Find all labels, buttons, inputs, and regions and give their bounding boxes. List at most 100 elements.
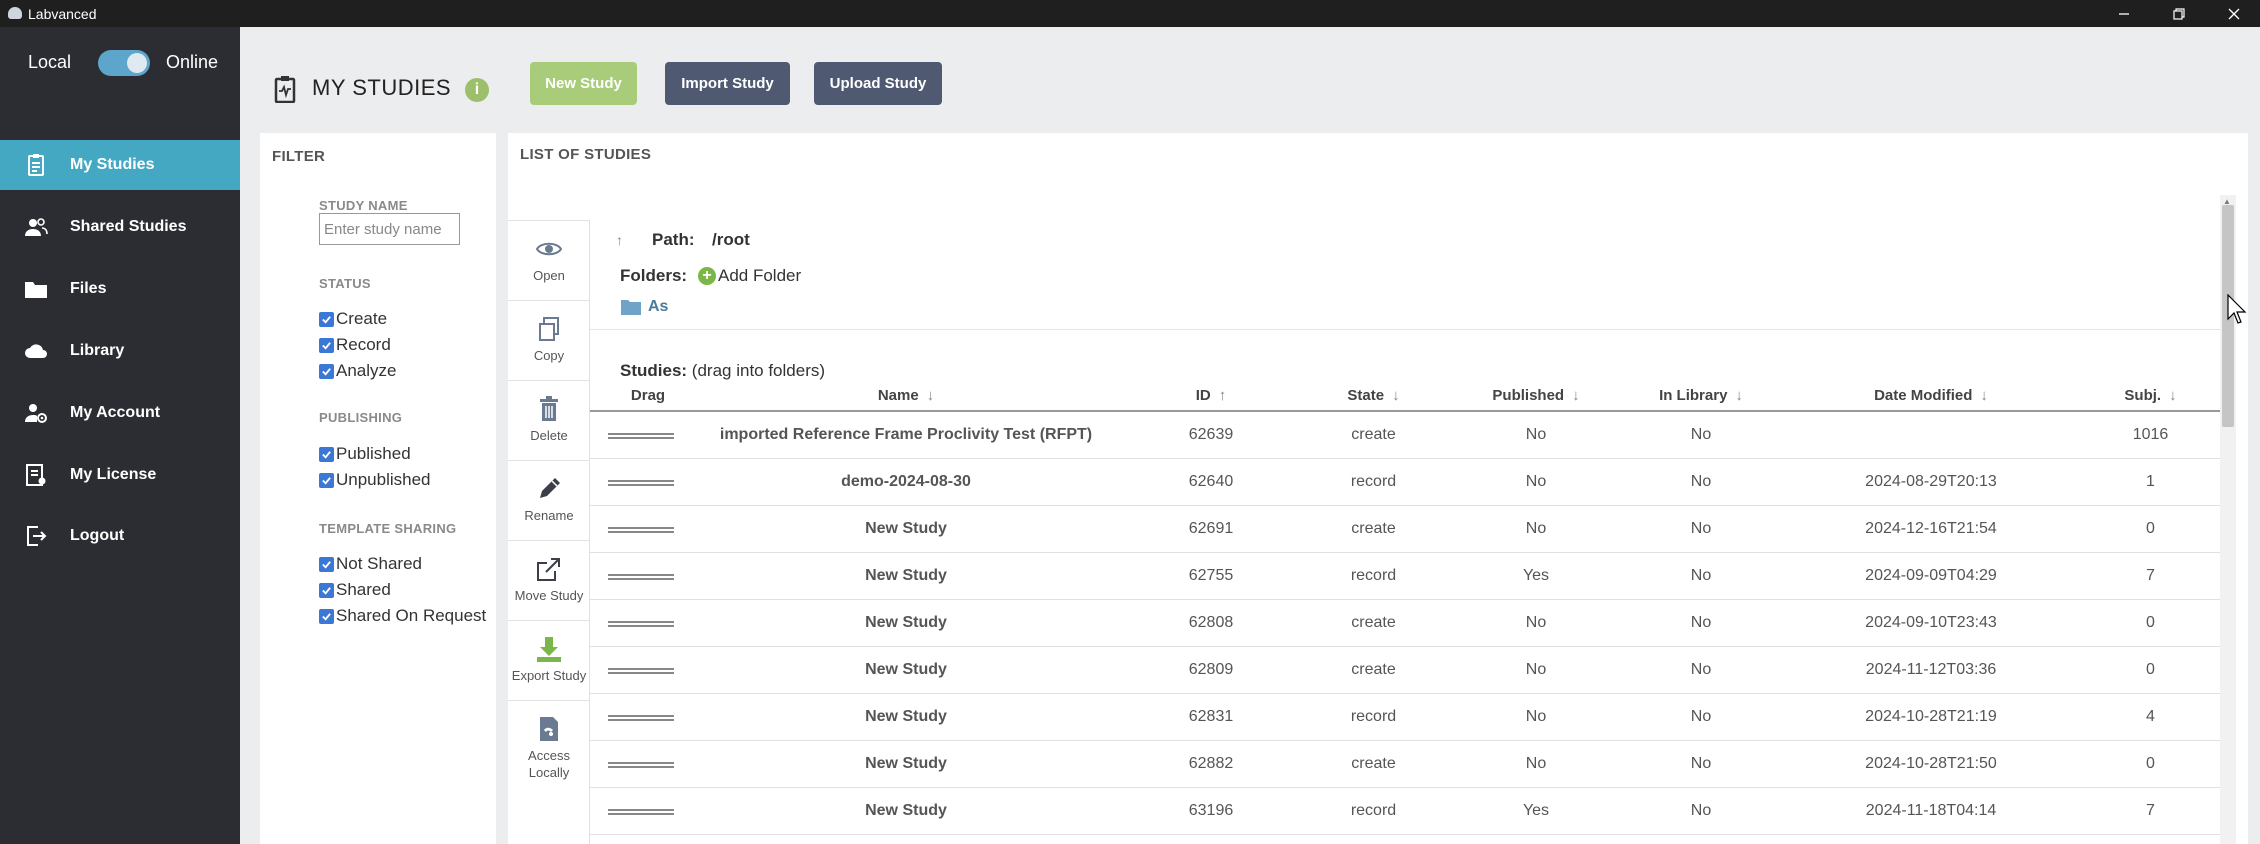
study-subj-cell: 0: [2081, 646, 2220, 694]
study-in-library-cell: No: [1621, 646, 1781, 694]
drag-handle-icon[interactable]: [608, 714, 674, 721]
table-row[interactable]: imported Reference Frame Proclivity Test…: [590, 411, 2220, 459]
study-name-input[interactable]: [319, 213, 460, 245]
delete-button[interactable]: Delete: [508, 380, 590, 460]
rename-button[interactable]: Rename: [508, 460, 590, 540]
add-folder-button[interactable]: + Add Folder: [698, 266, 801, 286]
study-in-library-cell: No: [1621, 787, 1781, 835]
export-study-button[interactable]: Export Study: [508, 620, 590, 700]
unpublished-checkbox[interactable]: Unpublished: [319, 470, 431, 490]
drag-handle-icon[interactable]: [608, 479, 674, 486]
drag-handle: [590, 787, 686, 835]
study-id-cell: 62882: [1126, 740, 1296, 788]
study-subj-cell: 0: [2081, 505, 2220, 553]
sidebar-item-my-studies[interactable]: My Studies: [0, 140, 240, 190]
download-icon: [534, 635, 564, 663]
study-date-cell: 2024-09-10T23:43: [1781, 599, 2081, 647]
table-row[interactable]: New Study 63196 record Yes No 2024-11-18T04:1…: [590, 787, 2220, 835]
col-published[interactable]: Published ↓: [1451, 381, 1621, 412]
sidebar-item-label: My Account: [70, 404, 161, 421]
sidebar-item-logout[interactable]: Logout: [0, 511, 240, 561]
study-date-cell: 2024-09-09T04:29: [1781, 552, 2081, 600]
study-name-label: STUDY NAME: [319, 198, 408, 213]
folder-item[interactable]: As: [620, 298, 668, 316]
upload-study-button[interactable]: Upload Study: [814, 62, 942, 105]
checkbox-checked-icon: [319, 556, 334, 572]
study-published-cell: Yes: [1451, 787, 1621, 835]
move-study-button[interactable]: Move Study: [508, 540, 590, 620]
template-sharing-label: TEMPLATE SHARING: [319, 521, 457, 536]
study-state-cell: create: [1296, 599, 1451, 647]
study-id-cell: 62640: [1126, 458, 1296, 506]
restore-icon[interactable]: [2154, 0, 2204, 27]
mouse-cursor-icon: [2227, 294, 2247, 324]
table-row[interactable]: New Study 62809 create No No 2024-11-12T03:36…: [590, 646, 2220, 694]
status-analyze-checkbox[interactable]: Analyze: [319, 361, 396, 381]
table-row[interactable]: New Study 62882 create No No 2024-10-28T21:50…: [590, 740, 2220, 788]
table-row[interactable]: New Study 62831 record No No 2024-10-28T21:19…: [590, 693, 2220, 741]
shared-checkbox[interactable]: Shared: [319, 580, 391, 600]
col-in-library[interactable]: In Library ↓: [1621, 381, 1781, 412]
minimize-icon[interactable]: [2099, 0, 2149, 27]
sort-arrow-icon: ↓: [926, 387, 935, 404]
table-header-row: Drag Name ↓ ID ↑ State ↓ Published ↓ In Libr…: [590, 381, 2220, 412]
study-date-cell: 2024-11-18T04:14: [1781, 787, 2081, 835]
drag-handle-icon[interactable]: [608, 761, 674, 768]
sidebar-item-my-account[interactable]: My Account: [0, 388, 240, 438]
study-subj-cell: 1016: [2081, 411, 2220, 459]
col-name[interactable]: Name ↓: [686, 381, 1126, 412]
study-in-library-cell: No: [1621, 411, 1781, 459]
not-shared-checkbox[interactable]: Not Shared: [319, 554, 422, 574]
copy-button[interactable]: Copy: [508, 300, 590, 380]
close-icon[interactable]: [2209, 0, 2259, 27]
study-subj-cell: 7: [2081, 552, 2220, 600]
study-in-library-cell: No: [1621, 552, 1781, 600]
users-icon: [24, 215, 48, 239]
table-row[interactable]: New Study 62691 create No No 2024-12-16T21:54…: [590, 505, 2220, 553]
sidebar-item-files[interactable]: Files: [0, 264, 240, 314]
col-id[interactable]: ID ↑: [1126, 381, 1296, 412]
sidebar-item-shared-studies[interactable]: Shared Studies: [0, 202, 240, 252]
study-id-cell: 62639: [1126, 411, 1296, 459]
drag-handle-icon[interactable]: [608, 573, 674, 580]
table-row[interactable]: New Study 62808 create No No 2024-09-10T23:43…: [590, 599, 2220, 647]
published-checkbox[interactable]: Published: [319, 444, 411, 464]
page-header: MY STUDIES i New Study Import Study Uplo…: [240, 27, 2260, 133]
sidebar-item-label: My Studies: [70, 156, 155, 173]
status-record-checkbox[interactable]: Record: [319, 335, 391, 355]
drag-handle-icon[interactable]: [608, 526, 674, 533]
drag-handle: [590, 740, 686, 788]
scrollbar[interactable]: ▲: [2220, 195, 2236, 844]
shared-on-request-checkbox[interactable]: Shared On Request: [319, 606, 486, 626]
drag-handle-icon[interactable]: [608, 667, 674, 674]
study-name-cell: New Study: [686, 787, 1126, 835]
sidebar-item-library[interactable]: Library: [0, 326, 240, 376]
table-row[interactable]: New Study 62755 record Yes No 2024-09-09T04:2…: [590, 552, 2220, 600]
sort-arrow-icon: ↓: [1392, 387, 1400, 404]
study-name-cell: New Study: [686, 693, 1126, 741]
study-state-cell: create: [1296, 740, 1451, 788]
study-published-cell: No: [1451, 411, 1621, 459]
status-create-checkbox[interactable]: Create: [319, 309, 387, 329]
col-subj[interactable]: Subj. ↓: [2081, 381, 2220, 412]
drag-handle-icon[interactable]: [608, 808, 674, 815]
table-row[interactable]: demo-2024-08-30 62640 record No No 2024-08-29…: [590, 458, 2220, 506]
import-study-button[interactable]: Import Study: [665, 62, 790, 105]
path-value: /root: [712, 230, 750, 249]
local-online-toggle[interactable]: [98, 50, 150, 76]
new-study-button[interactable]: New Study: [530, 62, 637, 105]
study-toolbar: Open Copy Delete Rename Move Study Expor…: [508, 220, 590, 844]
checkbox-checked-icon: [319, 608, 334, 624]
col-state[interactable]: State ↓: [1296, 381, 1451, 412]
drag-handle-icon[interactable]: [608, 620, 674, 627]
open-button[interactable]: Open: [508, 220, 590, 300]
access-locally-button[interactable]: Access Locally: [508, 700, 590, 810]
info-icon[interactable]: i: [465, 78, 489, 102]
sidebar-item-my-license[interactable]: My License: [0, 450, 240, 500]
sort-arrow-icon: ↓: [2169, 387, 2177, 404]
col-date-modified[interactable]: Date Modified ↓: [1781, 381, 2081, 412]
study-name-cell: imported Reference Frame Proclivity Test…: [686, 411, 1126, 459]
study-date-cell: 2024-10-28T21:19: [1781, 693, 2081, 741]
up-arrow-icon[interactable]: ↑: [616, 232, 623, 248]
drag-handle-icon[interactable]: [608, 432, 674, 439]
